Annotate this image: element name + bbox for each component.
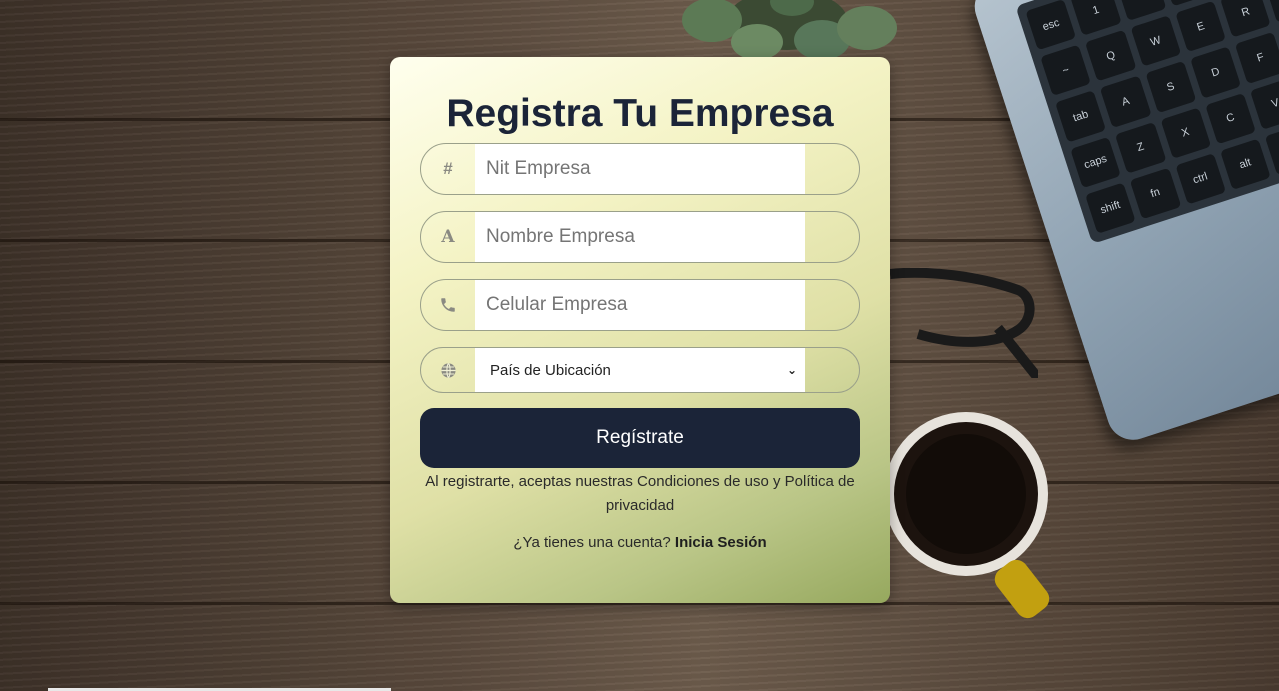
phone-field[interactable]: [420, 279, 860, 331]
register-button[interactable]: Regístrate: [420, 408, 860, 468]
company-name-field[interactable]: A: [420, 211, 860, 263]
phone-icon: [421, 280, 475, 330]
registration-card: Registra Tu Empresa # A País de Ubicació…: [390, 57, 890, 603]
login-prompt-text: ¿Ya tienes una cuenta?: [513, 534, 671, 551]
page-title: Registra Tu Empresa: [446, 92, 834, 135]
country-field[interactable]: País de Ubicación ⌄: [420, 347, 860, 393]
globe-icon: [421, 348, 475, 392]
chevron-down-icon: ⌄: [786, 363, 797, 377]
country-select-value: País de Ubicación: [490, 361, 611, 379]
coffee-cup-decoration: [884, 404, 1052, 584]
phone-input[interactable]: [475, 280, 805, 330]
country-select[interactable]: País de Ubicación ⌄: [475, 348, 805, 392]
glasses-decoration: [888, 267, 1042, 382]
company-name-input[interactable]: [475, 212, 805, 262]
nit-input[interactable]: [475, 144, 805, 194]
letter-a-icon: A: [441, 227, 455, 247]
login-link[interactable]: Inicia Sesión: [675, 534, 767, 551]
login-prompt: ¿Ya tienes una cuenta? Inicia Sesión: [390, 534, 890, 551]
terms-text: Al registrarte, aceptas nuestras Condici…: [425, 473, 855, 514]
hash-icon: #: [443, 159, 453, 178]
nit-field[interactable]: #: [420, 143, 860, 195]
